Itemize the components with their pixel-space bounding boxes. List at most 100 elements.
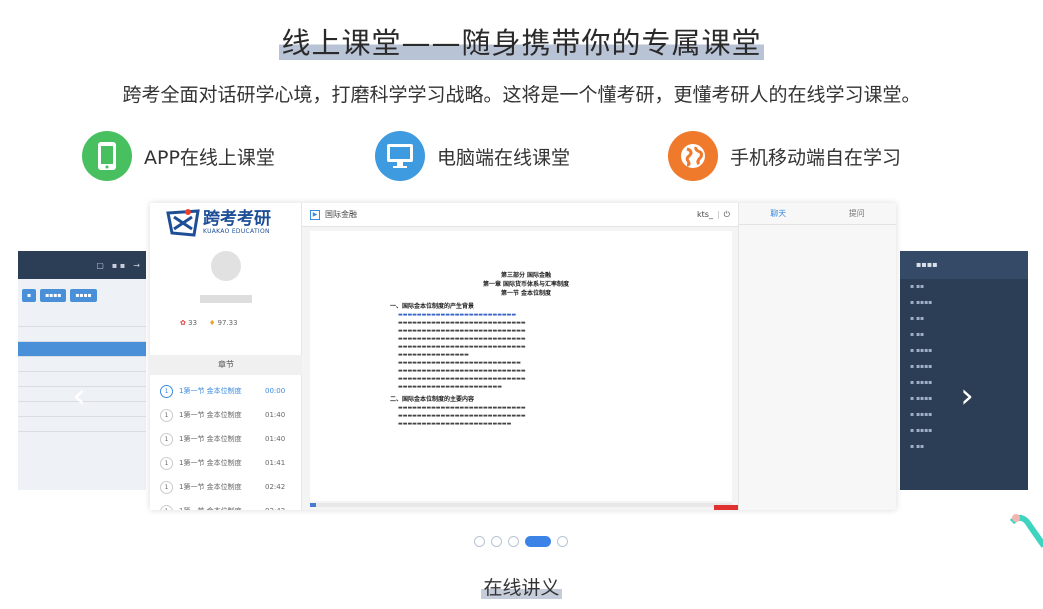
power-icon[interactable]: ⏻: [724, 210, 730, 220]
carousel-active-slide: 跨考考研 KUAKAO EDUCATION ✿ 33 ♦ 97.33 章节 11…: [150, 203, 896, 510]
chapter-title: 1第一节 金本位制度: [179, 483, 242, 491]
doc-paragraph: ▬▬▬▬▬▬▬▬▬▬▬▬▬▬▬▬▬▬▬▬▬▬▬▬▬▬▬: [398, 405, 526, 411]
kuakao-logo-mark-icon: [166, 209, 200, 237]
carousel-dot[interactable]: [525, 536, 551, 547]
chapter-title: 1第一节 金本位制度: [179, 435, 242, 443]
carousel-prev-slide[interactable]: ▢ ▪ ▪ → ▪ ▪▪▪▪ ▪▪▪▪: [18, 251, 146, 490]
preview-tab: ▪▪▪▪: [40, 289, 67, 302]
preview-menu-item: ▪ ▪▪: [910, 315, 925, 322]
user-name-blurred: [200, 295, 252, 303]
carousel-next-slide[interactable]: ▪▪▪▪ ▪ ▪▪ ▪ ▪▪▪▪ ▪ ▪▪ ▪ ▪▪ ▪ ▪▪▪▪ ▪ ▪▪▪▪…: [900, 251, 1028, 490]
doc-paragraph: ▬▬▬▬▬▬▬▬▬▬▬▬▬▬▬▬▬▬▬▬▬▬▬▬: [398, 421, 512, 427]
chapter-item[interactable]: 1 1第一节 金本位制度 01:40: [150, 427, 302, 451]
document-user: kts_: [697, 210, 713, 219]
doc-paragraph: ▬▬▬▬▬▬▬▬▬▬▬▬▬▬▬▬▬▬▬▬▬▬▬▬▬▬▬: [398, 376, 526, 382]
avatar: [211, 251, 241, 281]
doc-paragraph: ▬▬▬▬▬▬▬▬▬▬▬▬▬▬▬▬▬▬▬▬▬▬▬▬▬▬▬: [398, 320, 526, 326]
doc-paragraph: ▬▬▬▬▬▬▬▬▬▬▬▬▬▬▬▬▬▬▬▬▬▬▬▬▬▬▬: [398, 336, 526, 342]
preview-menu-item: ▪ ▪▪▪▪: [910, 347, 933, 354]
chapter-title: 1第一节 金本位制度: [179, 387, 242, 395]
doc-subheading: 二、国际金本位制度的主要内容: [390, 396, 475, 403]
document-page: 第三部分 国际金融 第一章 国际货币体系与汇率制度 第一节 金本位制度 一、国际…: [310, 231, 732, 501]
page-subtitle: 跨考全面对话研学心境，打磨科学学习战略。这将是一个懂考研，更懂考研人的在线学习课…: [122, 84, 921, 106]
doc-part-heading: 第三部分 国际金融: [500, 272, 552, 279]
chapter-item[interactable]: 1 1第一节 金本位制度 02:42: [150, 475, 302, 499]
page-title: 线上课堂——随身携带你的专属课堂: [279, 26, 764, 60]
doc-subheading: 一、国际金本位制度的产生背景: [390, 303, 475, 310]
preview-header: ▪▪▪▪: [900, 251, 1028, 279]
feature-pc: 电脑端在线课堂: [375, 130, 570, 182]
preview-row: [18, 357, 146, 372]
doc-paragraph: ▬▬▬▬▬▬▬▬▬▬▬▬▬▬▬▬▬▬▬▬▬▬▬▬▬▬▬: [398, 328, 526, 334]
preview-menu-item: ▪ ▪▪: [910, 283, 925, 290]
doc-section-heading: 第一节 金本位制度: [500, 290, 552, 297]
chapter-item[interactable]: 1 1第一节 金本位制度 01:40: [150, 403, 302, 427]
chapter-number: 1: [160, 504, 173, 510]
phone-icon: [82, 131, 132, 181]
chapter-number: 1: [160, 384, 173, 398]
preview-menu-item: ▪ ▪▪▪▪: [910, 299, 933, 306]
carousel-dots: [474, 536, 568, 547]
doc-chapter-heading: 第一章 国际货币体系与汇率制度: [482, 281, 570, 288]
carousel-prev-button[interactable]: ‹: [64, 372, 94, 420]
video-progress-bar[interactable]: [310, 503, 732, 507]
chapter-time: 01:40: [265, 411, 286, 419]
tab-question[interactable]: 提问: [818, 203, 897, 224]
preview-topbar: ▢ ▪ ▪ →: [18, 251, 146, 279]
preview-row: [18, 312, 146, 327]
play-icon[interactable]: ▶: [310, 209, 320, 220]
chat-panel: 聊天 提问: [738, 203, 896, 510]
decorative-hand-icon: [1010, 514, 1043, 548]
carousel-dot[interactable]: [508, 536, 519, 547]
logo-en: KUAKAO EDUCATION: [203, 227, 270, 235]
chapter-title: 1第一节 金本位制度: [179, 506, 265, 510]
chapter-item[interactable]: 1 1第一节 金本位制度 01:41: [150, 451, 302, 475]
document-viewer: ▶ 国际金融 kts_ | ⏻ 第三部分 国际金融 第一章 国际货币体系与汇率制…: [302, 203, 742, 510]
chapter-number: 1: [160, 432, 173, 446]
chevron-left-icon: ‹: [72, 376, 86, 416]
chapter-time: 00:00: [265, 387, 286, 395]
tab-chat[interactable]: 聊天: [739, 203, 818, 224]
document-toolbar: ▶ 国际金融 kts_ | ⏻: [302, 203, 738, 227]
flower-icon: ✿: [180, 319, 186, 327]
preview-tabs: ▪ ▪▪▪▪ ▪▪▪▪: [18, 279, 146, 312]
medal-icon: ♦: [209, 319, 216, 327]
chapter-time: 01:41: [265, 459, 286, 467]
chapter-header: 章节: [150, 355, 302, 375]
doc-paragraph: ▬▬▬▬▬▬▬▬▬▬▬▬▬▬▬▬▬▬▬▬▬▬▬▬▬▬▬: [398, 344, 526, 350]
feature-app: APP在线上课堂: [82, 130, 275, 182]
user-stats: ✿ 33 ♦ 97.33: [180, 319, 238, 327]
feature-label: APP在线上课堂: [144, 146, 275, 169]
doc-paragraph: ▬▬▬▬▬▬▬▬▬▬▬▬▬▬▬▬▬▬▬▬▬▬▬▬▬▬▬: [398, 368, 526, 374]
chevron-right-icon: ›: [960, 376, 974, 416]
doc-paragraph: ▬▬▬▬▬▬▬▬▬▬▬▬▬▬▬: [398, 352, 469, 358]
preview-row: [18, 327, 146, 342]
chapter-number: 1: [160, 456, 173, 470]
feature-mobile: 手机移动端自在学习: [668, 130, 901, 182]
chapter-item[interactable]: 1 1第一节 金本位制度 00:00: [150, 379, 302, 403]
feature-label: 电脑端在线课堂: [437, 146, 571, 169]
chapter-item[interactable]: 1 1第一节 金本位制度02:42: [150, 499, 302, 510]
doc-paragraph: ▬▬▬▬▬▬▬▬▬▬▬▬▬▬▬▬▬▬▬▬▬▬▬▬▬: [398, 312, 517, 318]
flower-count: 33: [188, 319, 198, 327]
chapter-number: 1: [160, 480, 173, 494]
doc-paragraph: ▬▬▬▬▬▬▬▬▬▬▬▬▬▬▬▬▬▬▬▬▬▬▬▬▬▬: [398, 360, 521, 366]
doc-paragraph: ▬▬▬▬▬▬▬▬▬▬▬▬▬▬▬▬▬▬▬▬▬▬▬▬▬▬▬: [398, 413, 526, 419]
globe-icon: [668, 131, 718, 181]
chapter-time: 02:42: [265, 507, 285, 510]
feature-label: 手机移动端自在学习: [730, 146, 902, 169]
slide-caption: 在线讲义: [481, 577, 562, 599]
monitor-icon: [375, 131, 425, 181]
chapter-title: 1第一节 金本位制度: [179, 459, 242, 467]
chapter-title: 1第一节 金本位制度: [179, 411, 242, 419]
carousel-next-button[interactable]: ›: [952, 372, 982, 420]
carousel-dot[interactable]: [557, 536, 568, 547]
preview-tab: ▪: [22, 289, 37, 302]
chapter-time: 02:42: [265, 483, 286, 491]
document-title: 国际金融: [325, 210, 357, 219]
preview-menu-item: ▪ ▪▪: [910, 331, 925, 338]
preview-tab: ▪▪▪▪: [70, 289, 97, 302]
chapter-number: 1: [160, 408, 173, 422]
carousel-dot[interactable]: [491, 536, 502, 547]
carousel-dot[interactable]: [474, 536, 485, 547]
